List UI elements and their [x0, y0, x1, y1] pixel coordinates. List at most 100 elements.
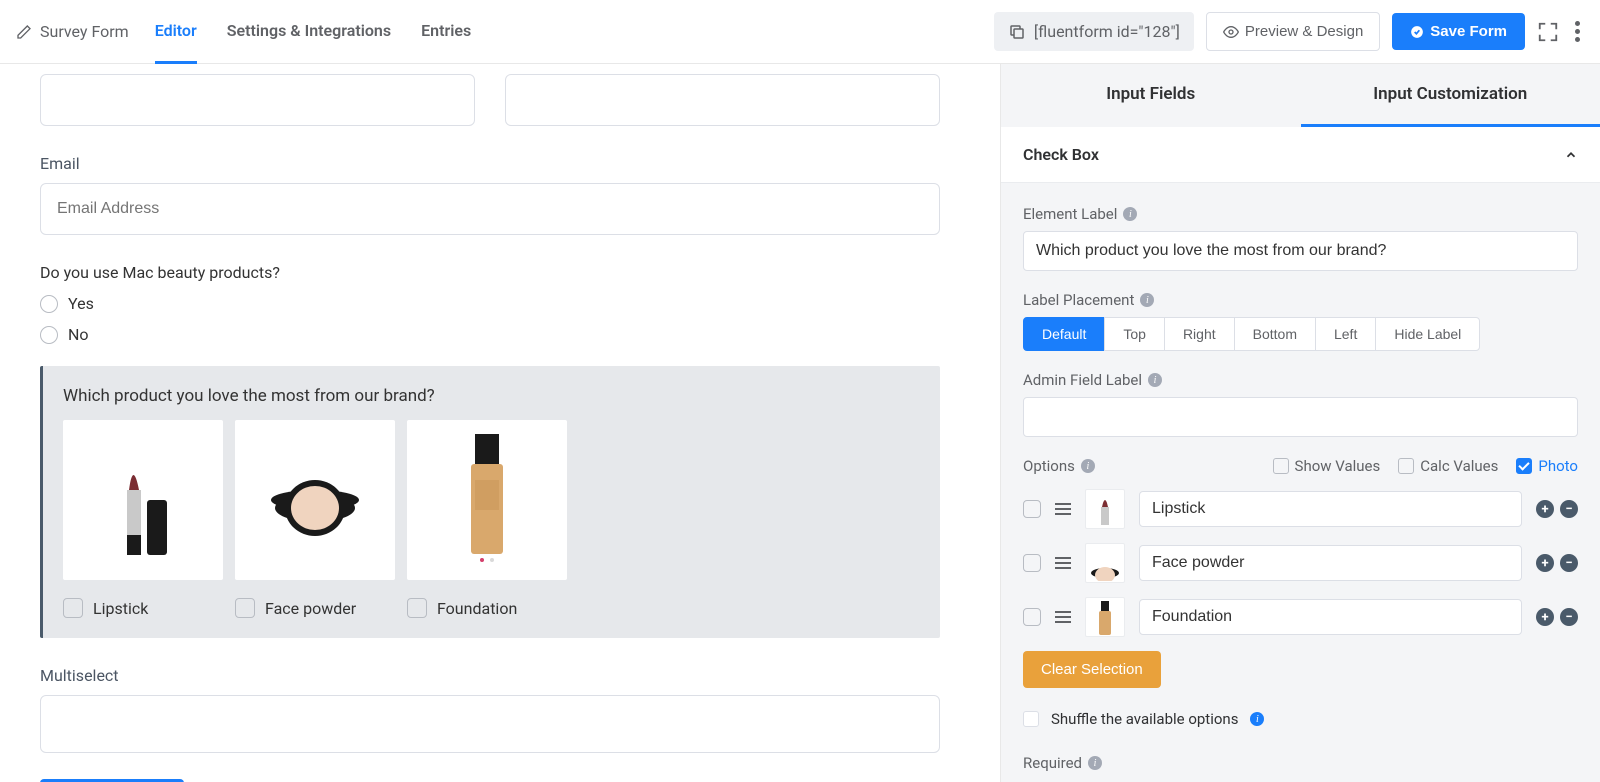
- lipstick-image: [103, 440, 183, 560]
- option-input-foundation[interactable]: [1139, 599, 1522, 635]
- tab-input-fields[interactable]: Input Fields: [1001, 64, 1301, 127]
- option-actions: + −: [1536, 608, 1578, 626]
- remove-option-button[interactable]: −: [1560, 608, 1578, 626]
- checkbox-icon: [63, 598, 83, 618]
- option-checkbox[interactable]: [1023, 608, 1041, 626]
- checkbox-icon: [1273, 458, 1289, 474]
- multiselect-input[interactable]: [40, 695, 940, 753]
- add-option-button[interactable]: +: [1536, 500, 1554, 518]
- canvas: Email Do you use Mac beauty products? Ye…: [0, 64, 1000, 782]
- option-labels: Lipstick Face powder Foundation: [63, 598, 920, 618]
- option-checkbox[interactable]: [1023, 500, 1041, 518]
- radio-yes[interactable]: Yes: [40, 294, 940, 313]
- shortcode-text: [fluentform id="128"]: [1034, 22, 1180, 41]
- option-row-facepowder: + −: [1023, 543, 1578, 583]
- email-input[interactable]: [40, 183, 940, 235]
- placement-segmented: Default Top Right Bottom Left Hide Label: [1023, 317, 1578, 351]
- option-actions: + −: [1536, 500, 1578, 518]
- copy-icon: [1008, 23, 1026, 41]
- placement-right[interactable]: Right: [1164, 317, 1235, 351]
- radio-no[interactable]: No: [40, 325, 940, 344]
- drag-handle-icon[interactable]: [1055, 611, 1071, 623]
- photo-card-facepowder[interactable]: [235, 420, 395, 580]
- photo-options: [63, 420, 920, 580]
- option-lipstick[interactable]: Lipstick: [63, 598, 223, 618]
- option-checkbox[interactable]: [1023, 554, 1041, 572]
- photo-card-foundation[interactable]: [407, 420, 567, 580]
- email-label: Email: [40, 154, 940, 173]
- show-values-check[interactable]: Show Values: [1273, 457, 1381, 475]
- mac-question-block: Do you use Mac beauty products? Yes No: [40, 263, 940, 344]
- check-circle-icon: [1410, 25, 1424, 39]
- info-icon[interactable]: i: [1148, 373, 1162, 387]
- info-icon[interactable]: i: [1088, 756, 1102, 770]
- multiselect-label: Multiselect: [40, 666, 940, 685]
- form-title: Survey Form: [40, 22, 129, 41]
- preview-button[interactable]: Preview & Design: [1206, 12, 1380, 51]
- option-foundation[interactable]: Foundation: [407, 598, 567, 618]
- facepowder-image: [255, 450, 375, 550]
- main: Email Do you use Mac beauty products? Ye…: [0, 64, 1600, 782]
- tab-editor[interactable]: Editor: [155, 0, 197, 64]
- multiselect-block: Multiselect: [40, 666, 940, 753]
- placement-default[interactable]: Default: [1023, 317, 1105, 351]
- element-label-input[interactable]: [1023, 231, 1578, 271]
- topbar-right: [fluentform id="128"] Preview & Design S…: [994, 12, 1584, 51]
- drag-handle-icon[interactable]: [1055, 557, 1071, 569]
- checkbox-checked-icon: [1516, 458, 1532, 474]
- name-row: [40, 74, 940, 126]
- placement-bottom[interactable]: Bottom: [1234, 317, 1316, 351]
- eye-icon: [1223, 24, 1239, 40]
- kebab-menu[interactable]: [1571, 17, 1584, 46]
- selected-checkbox-block[interactable]: Which product you love the most from our…: [40, 366, 940, 638]
- remove-option-button[interactable]: −: [1560, 554, 1578, 572]
- expand-icon[interactable]: [1537, 21, 1559, 43]
- product-question-label: Which product you love the most from our…: [63, 386, 920, 406]
- option-input-lipstick[interactable]: [1139, 491, 1522, 527]
- panel-header[interactable]: Check Box: [1001, 127, 1600, 183]
- option-input-facepowder[interactable]: [1139, 545, 1522, 581]
- last-name-input[interactable]: [505, 74, 940, 126]
- clear-selection-button[interactable]: Clear Selection: [1023, 651, 1161, 688]
- info-icon[interactable]: i: [1250, 712, 1264, 726]
- setting-options: Optionsi Show Values Calc Values Photo +: [1023, 457, 1578, 772]
- option-facepowder[interactable]: Face powder: [235, 598, 395, 618]
- shuffle-row[interactable]: Shuffle the available options i: [1023, 710, 1578, 728]
- admin-field-label-input[interactable]: [1023, 397, 1578, 437]
- radio-circle-icon: [40, 295, 58, 313]
- tab-entries[interactable]: Entries: [421, 0, 471, 64]
- placement-hide[interactable]: Hide Label: [1375, 317, 1480, 351]
- photo-check[interactable]: Photo: [1516, 457, 1578, 475]
- panel-title: Check Box: [1023, 145, 1099, 164]
- option-thumb-facepowder[interactable]: [1085, 543, 1125, 583]
- topbar: Survey Form Editor Settings & Integratio…: [0, 0, 1600, 64]
- placement-top[interactable]: Top: [1104, 317, 1165, 351]
- calc-values-check[interactable]: Calc Values: [1398, 457, 1498, 475]
- first-name-input[interactable]: [40, 74, 475, 126]
- remove-option-button[interactable]: −: [1560, 500, 1578, 518]
- drag-handle-icon[interactable]: [1055, 503, 1071, 515]
- info-icon[interactable]: i: [1123, 207, 1137, 221]
- radio-group: Yes No: [40, 294, 940, 344]
- add-option-button[interactable]: +: [1536, 608, 1554, 626]
- placement-left[interactable]: Left: [1315, 317, 1376, 351]
- option-thumb-lipstick[interactable]: [1085, 489, 1125, 529]
- setting-label-placement: Label Placementi Default Top Right Botto…: [1023, 291, 1578, 351]
- required-row: Required i: [1023, 754, 1578, 772]
- sidebar-tabs: Input Fields Input Customization: [1001, 64, 1600, 127]
- add-option-button[interactable]: +: [1536, 554, 1554, 572]
- tab-settings[interactable]: Settings & Integrations: [227, 0, 391, 64]
- save-button[interactable]: Save Form: [1392, 13, 1525, 50]
- chevron-up-icon: [1564, 148, 1578, 162]
- option-thumb-foundation[interactable]: [1085, 597, 1125, 637]
- shortcode-badge[interactable]: [fluentform id="128"]: [994, 12, 1194, 51]
- photo-card-lipstick[interactable]: [63, 420, 223, 580]
- tab-input-customization[interactable]: Input Customization: [1301, 64, 1600, 127]
- option-actions: + −: [1536, 554, 1578, 572]
- info-icon[interactable]: i: [1140, 293, 1154, 307]
- sidebar: Input Fields Input Customization Check B…: [1000, 64, 1600, 782]
- panel-body: Element Labeli Label Placementi Default …: [1001, 183, 1600, 782]
- setting-element-label: Element Labeli: [1023, 205, 1578, 271]
- info-icon[interactable]: i: [1081, 459, 1095, 473]
- option-row-foundation: + −: [1023, 597, 1578, 637]
